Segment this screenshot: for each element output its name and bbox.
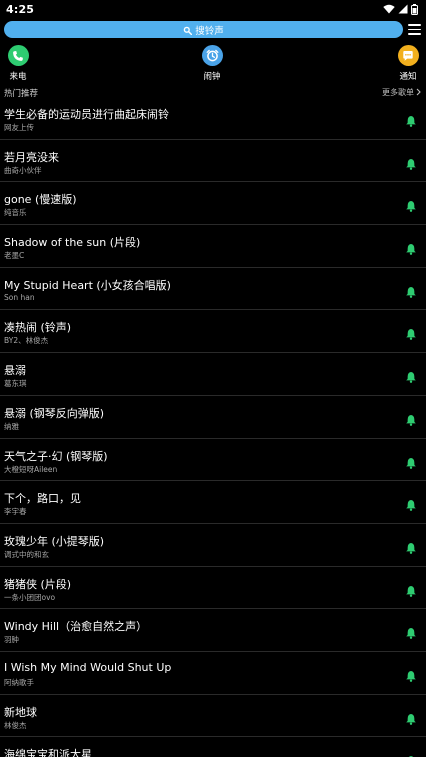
bell-icon[interactable] [405,283,417,298]
bell-icon[interactable] [405,539,417,554]
song-row[interactable]: 猪猪侠 (片段) 一条小团团ovo [0,567,426,610]
song-artist: 纳雅 [4,421,19,431]
category-incoming-call[interactable]: 来电 [0,45,38,83]
battery-icon [411,3,418,15]
bell-icon[interactable] [405,411,417,426]
bell-icon[interactable] [405,155,417,170]
search-label: 搜铃声 [195,25,224,37]
search-icon [183,20,193,39]
bell-icon[interactable] [405,112,417,127]
bell-icon[interactable] [405,710,417,725]
song-row[interactable]: Shadow of the sun (片段) 老墨C [0,225,426,268]
category-alarm[interactable]: 闹钟 [192,45,232,83]
menu-icon-bar [408,24,421,26]
song-row[interactable]: 天气之子·幻 (钢琴版) 大橙短呀Aileen [0,439,426,482]
menu-icon-bar [408,28,421,31]
menu-button[interactable] [407,23,422,36]
song-title: Shadow of the sun (片段) [4,236,141,250]
bell-icon[interactable] [405,752,417,757]
bell-icon[interactable] [405,582,417,597]
menu-icon-bar [408,33,421,35]
status-bar: 4:25 [0,0,426,18]
status-time: 4:25 [6,2,35,16]
song-title: 若月亮没来 [4,150,59,164]
song-row[interactable]: 悬溺 (钢琴反向弹版) 纳雅 [0,396,426,439]
song-artist: BY2、林俊杰 [4,336,49,346]
song-artist: 网友上传 [4,123,34,132]
song-row[interactable]: 新地球 林俊杰 [0,695,426,738]
phone-icon [7,45,29,66]
song-row[interactable]: My Stupid Heart (小女孩合唱版) Son han [0,268,426,311]
alarm-clock-icon [201,45,223,66]
song-row[interactable]: 学生必备的运动员进行曲起床闹铃 网友上传 [0,97,426,140]
song-title: 学生必备的运动员进行曲起床闹铃 [4,108,169,121]
song-title: 新地球 [4,705,37,719]
song-artist: 曲奇小伙伴 [4,165,42,175]
song-row[interactable]: 凑热闹 (铃声) BY2、林俊杰 [0,310,426,354]
song-artist: 李宇春 [4,507,27,517]
bell-icon[interactable] [405,667,417,682]
category-label: 闹钟 [203,72,221,82]
song-artist: 纯音乐 [4,208,27,218]
song-title: 凑热闹 (铃声) [4,321,72,335]
song-title: 玫瑰少年 (小提琴版) [4,534,105,548]
search-bar[interactable]: 搜铃声 [4,21,403,38]
bell-icon[interactable] [405,454,417,469]
chat-bubble-icon [397,45,419,66]
song-title: 悬溺 [4,364,26,378]
bell-icon[interactable] [405,624,417,640]
bell-icon[interactable] [405,496,417,512]
song-row[interactable]: I Wish My Mind Would Shut Up 阿纳歌手 [0,652,426,695]
song-title: gone (慢速版) [4,193,77,207]
song-row[interactable]: gone (慢速版) 纯音乐 [0,182,426,226]
bell-icon[interactable] [405,240,417,255]
song-artist: 羽肿 [4,635,19,645]
category-notification[interactable]: 通知 [388,45,426,83]
status-icons [383,3,418,15]
bell-icon[interactable] [405,325,417,341]
song-list: 学生必备的运动员进行曲起床闹铃 网友上传 若月亮没来 曲奇小伙伴 gone (慢… [0,97,426,757]
song-title: My Stupid Heart (小女孩合唱版) [4,278,171,292]
song-title: 悬溺 (钢琴反向弹版) [4,406,105,420]
song-row[interactable]: 若月亮没来 曲奇小伙伴 [0,140,426,183]
song-artist: 阿纳歌手 [4,677,34,687]
song-row[interactable]: 悬溺 葛东琪 [0,353,426,396]
chevron-right-icon [416,88,421,98]
song-title: Windy Hill（治愈自然之声） [4,620,148,634]
song-artist: 一条小团团ovo [4,592,56,602]
song-title: 天气之子·幻 (钢琴版) [4,449,108,463]
song-artist: Son han [4,292,35,302]
song-title: 猪猪侠 (片段) [4,577,72,591]
song-title: I Wish My Mind Would Shut Up [4,660,172,674]
song-row[interactable]: 下个，路口，见 李宇春 [0,481,426,524]
bell-icon[interactable] [405,197,417,213]
signal-icon [398,4,408,14]
song-artist: 葛东琪 [4,379,27,389]
category-label: 来电 [9,72,27,82]
song-title: 海绵宝宝和派大星 [4,748,92,757]
song-row[interactable]: Windy Hill（治愈自然之声） 羽肿 [0,609,426,652]
ringtone-app: 4:25 搜铃声 来电 闹钟 通知 热门推荐 更多歌单 学生必备的运动员进行曲起… [0,0,426,757]
song-artist: 大橙短呀Aileen [4,464,58,474]
song-artist: 调式中的和玄 [4,549,49,559]
bell-icon[interactable] [405,368,417,384]
song-title: 下个，路口，见 [4,492,81,506]
wifi-icon [383,4,395,14]
category-label: 通知 [399,72,417,82]
song-row[interactable]: 玫瑰少年 (小提琴版) 调式中的和玄 [0,524,426,567]
song-artist: 林俊杰 [4,720,27,730]
song-artist: 老墨C [4,251,25,261]
search-row: 搜铃声 [0,19,426,40]
song-row[interactable]: 海绵宝宝和派大星 [0,737,426,757]
